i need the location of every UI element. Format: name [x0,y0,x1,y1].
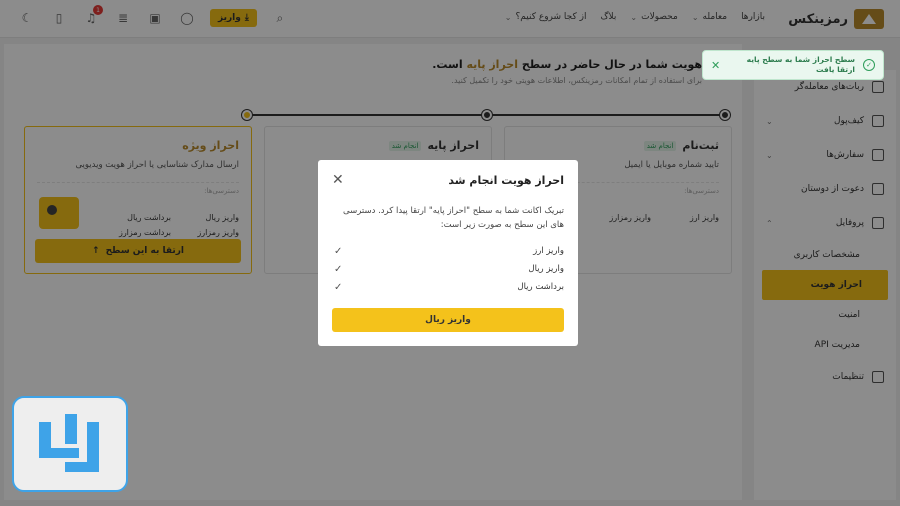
check-icon: ✓ [334,263,343,275]
watermark-glyph-icon [35,414,105,474]
toast-text: سطح احراز شما به سطح پایه ارتقا یافت [746,55,855,74]
success-toast: ✓ سطح احراز شما به سطح پایه ارتقا یافت ✕ [702,50,884,80]
close-icon[interactable]: ✕ [332,173,344,187]
access-list: واریز ارز ✓ واریز ریال ✓ برداشت ریال ✓ [332,242,564,296]
access-item-label: واریز ارز [533,246,564,257]
modal-body: تبریک اکانت شما به سطح "احراز پایه" ارتق… [343,206,564,230]
check-circle-icon: ✓ [863,59,875,71]
list-item: واریز ریال ✓ [332,260,564,278]
kyc-done-modal: احراز هویت انجام شد ✕ تبریک اکانت شما به… [318,160,578,346]
list-item: برداشت ریال ✓ [332,278,564,296]
modal-title: احراز هویت انجام شد [448,174,564,187]
access-item-label: واریز ریال [528,264,564,275]
check-icon: ✓ [334,281,343,293]
list-item: واریز ارز ✓ [332,242,564,260]
check-icon: ✓ [334,245,343,257]
access-item-label: برداشت ریال [517,282,564,293]
close-icon[interactable]: ✕ [711,59,720,72]
deposit-rial-button[interactable]: واریز ریال [332,308,564,332]
watermark-logo [12,396,128,492]
